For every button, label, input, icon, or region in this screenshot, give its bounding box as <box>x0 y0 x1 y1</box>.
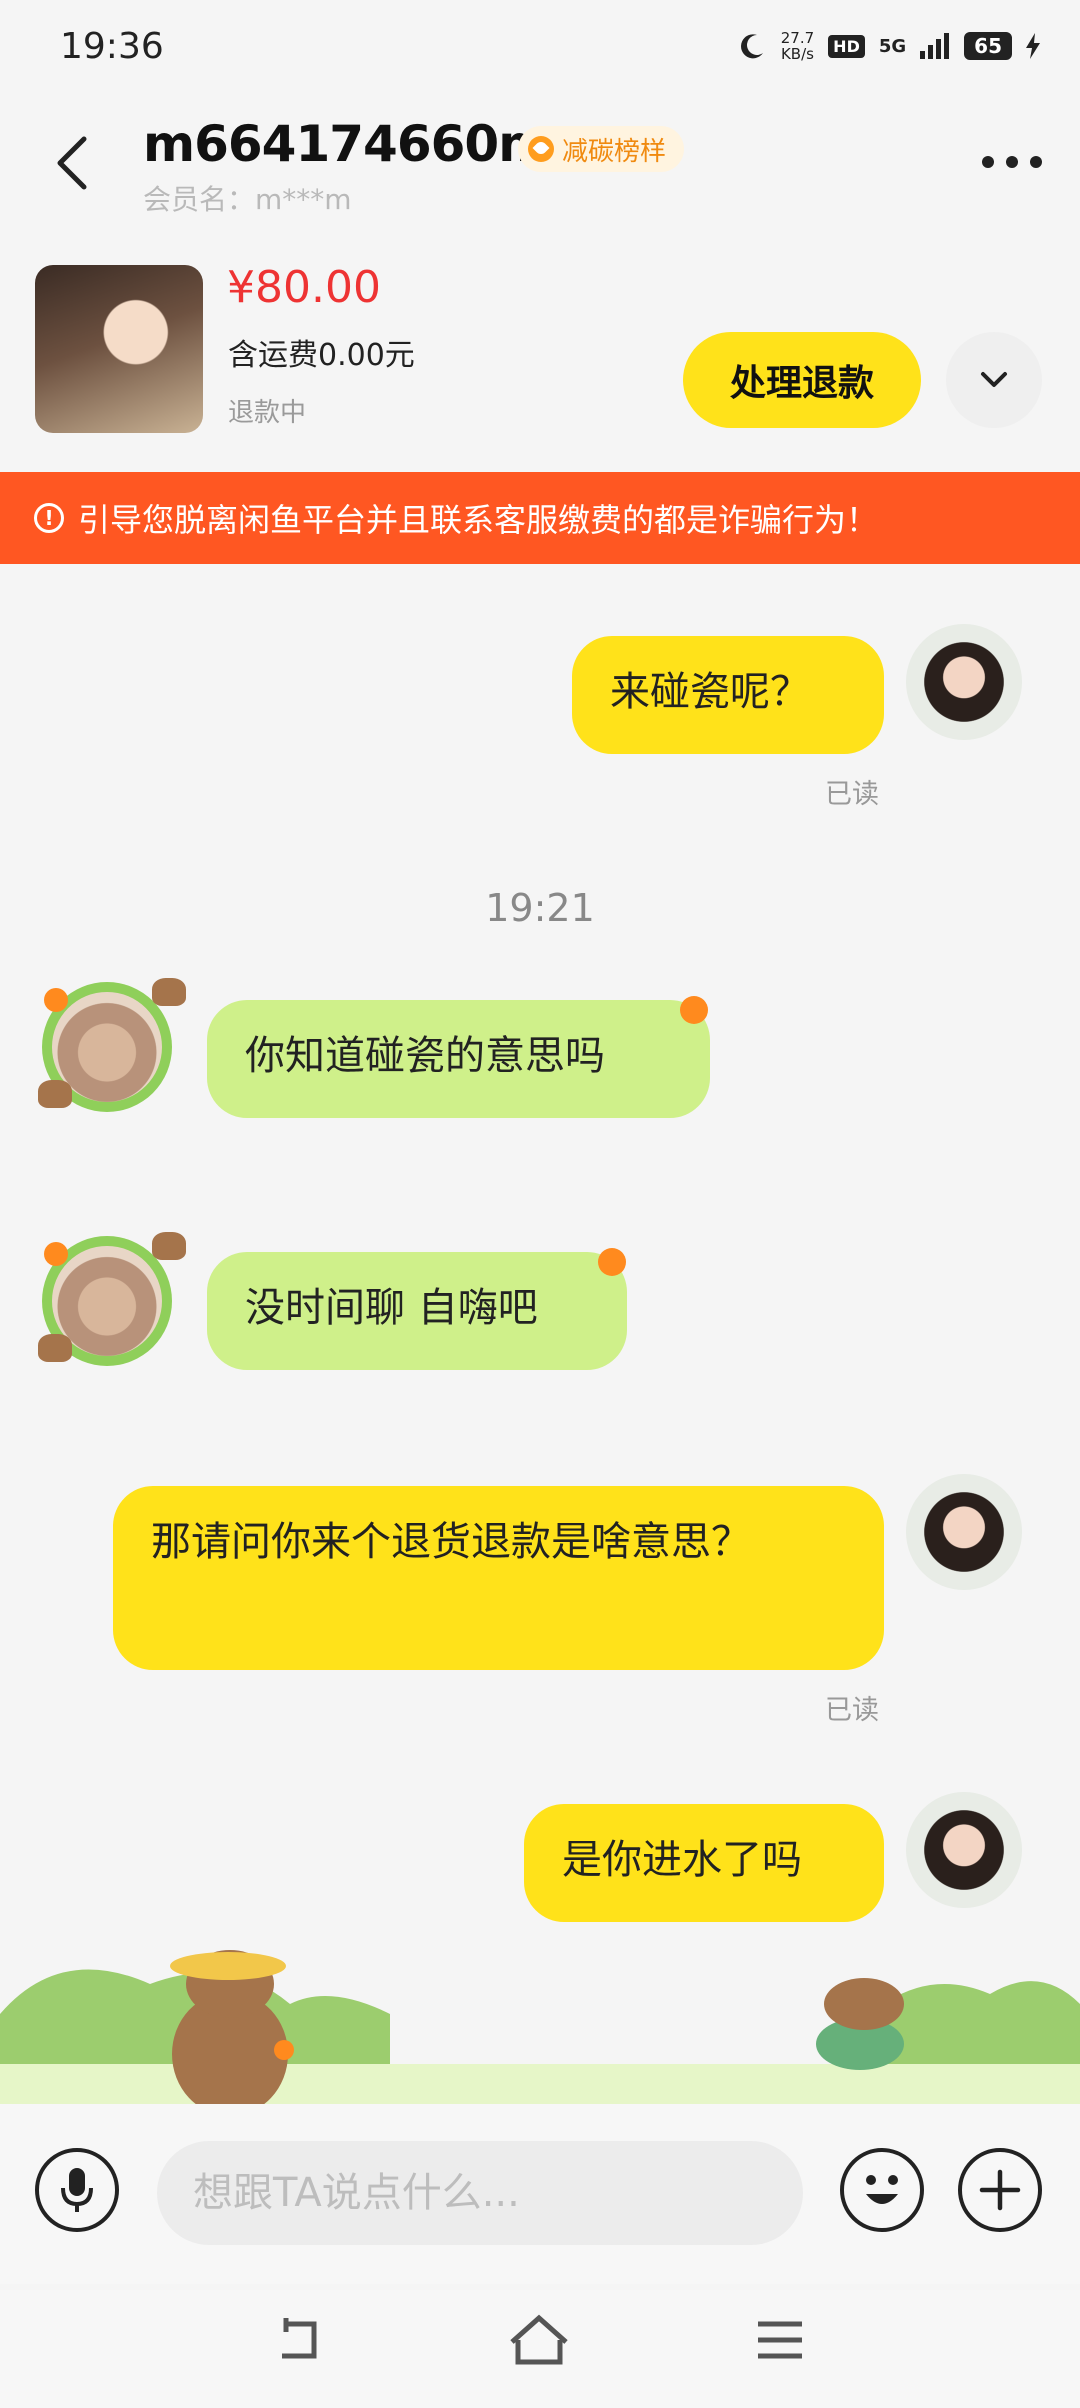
menu-icon[interactable] <box>756 2318 804 2362</box>
product-price: ¥80.00 <box>227 262 381 313</box>
message-bubble[interactable]: 来碰瓷呢？ <box>572 636 884 754</box>
status-time: 19:36 <box>60 26 164 67</box>
charging-icon <box>1026 33 1040 59</box>
capybara-decoration <box>0 1950 1080 2104</box>
more-actions-button[interactable] <box>958 2148 1042 2232</box>
speed-value: 27.7 <box>780 29 815 47</box>
warning-text: 引导您脱离闲鱼平台并且联系客服缴费的都是诈骗行为！ <box>78 501 879 539</box>
my-avatar[interactable] <box>906 1792 1022 1908</box>
read-receipt: 已读 <box>825 779 879 810</box>
chevron-down-icon <box>981 372 1007 387</box>
status-icons: 27.7 KB/s HD 5G 65 <box>737 30 1040 62</box>
member-name: 会员名：m***m <box>143 183 352 216</box>
speed-unit: KB/s <box>780 45 814 63</box>
plus-icon <box>979 2169 1021 2211</box>
message-bubble[interactable]: 没时间聊 自嗨吧 <box>207 1252 627 1370</box>
moon-icon <box>740 34 763 59</box>
shipping-info: 含运费0.00元 <box>228 338 415 373</box>
my-avatar[interactable] <box>906 1474 1022 1590</box>
contact-avatar[interactable] <box>34 972 186 1122</box>
network-type: 5G <box>878 35 907 57</box>
back-arrow-icon[interactable] <box>50 135 94 191</box>
chat-area[interactable]: 来碰瓷呢？ 已读 19:21 你知道碰瓷的意思吗 没时间聊 自嗨吧 那请问你来个… <box>0 564 1080 2104</box>
message-input[interactable] <box>157 2141 803 2245</box>
contact-nickname: m664174660m <box>143 115 550 173</box>
emoji-icon <box>866 2175 898 2204</box>
message-bubble[interactable]: 你知道碰瓷的意思吗 <box>207 1000 710 1118</box>
refund-status: 退款中 <box>228 398 307 428</box>
my-avatar[interactable] <box>906 624 1022 740</box>
hd-badge: HD <box>828 34 865 58</box>
process-refund-button[interactable]: 处理退款 <box>683 332 921 428</box>
system-nav-bar <box>0 2290 1080 2408</box>
home-icon[interactable] <box>508 2314 570 2366</box>
contact-avatar[interactable] <box>34 1226 186 1376</box>
message-bubble[interactable]: 是你进水了吗 <box>524 1804 884 1922</box>
network-speed: 27.7 KB/s <box>781 30 814 62</box>
expand-button[interactable] <box>946 332 1042 428</box>
leaf-icon <box>528 136 554 162</box>
more-dots-icon[interactable] <box>982 156 1042 168</box>
carbon-badge[interactable]: 减碳榜样 <box>518 126 685 172</box>
alert-circle-icon: ! <box>34 503 64 533</box>
badge-label: 减碳榜样 <box>562 136 667 167</box>
voice-input-button[interactable] <box>35 2148 119 2232</box>
battery-level: 65 <box>964 32 1012 60</box>
read-receipt: 已读 <box>825 1695 879 1726</box>
microphone-icon <box>61 2168 93 2212</box>
time-separator: 19:21 <box>485 886 595 930</box>
emoji-button[interactable] <box>840 2148 924 2232</box>
message-bubble[interactable]: 那请问你来个退货退款是啥意思？ <box>113 1486 884 1670</box>
signal-icon <box>920 33 950 59</box>
back-nav-icon[interactable] <box>274 2318 324 2364</box>
fraud-warning-bar: ! 引导您脱离闲鱼平台并且联系客服缴费的都是诈骗行为！ <box>0 472 1080 564</box>
product-thumbnail[interactable] <box>35 265 203 433</box>
